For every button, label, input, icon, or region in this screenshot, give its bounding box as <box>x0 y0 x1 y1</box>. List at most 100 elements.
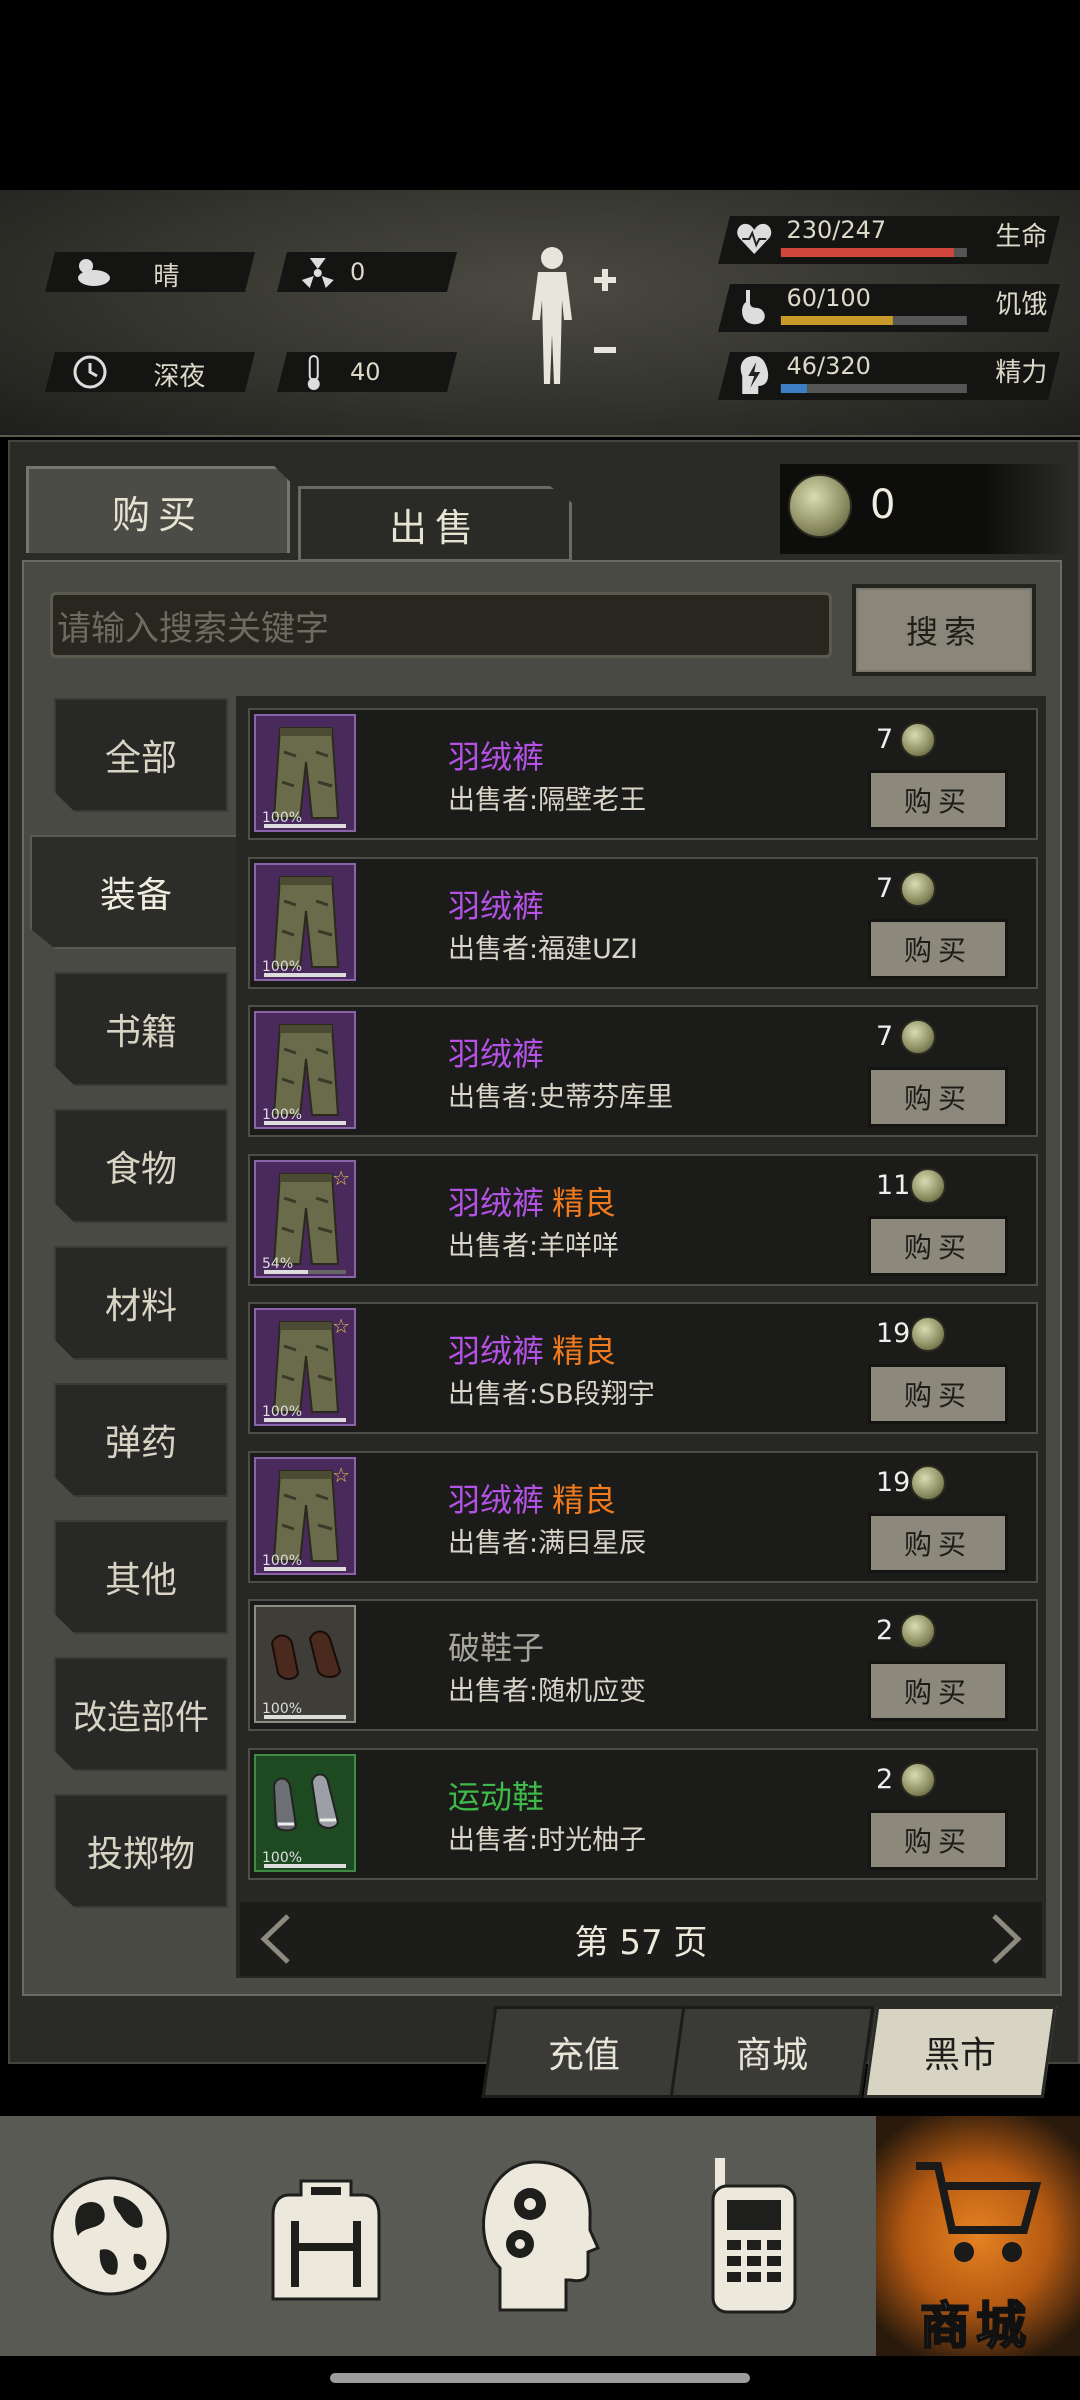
durability-bar <box>264 1269 346 1274</box>
coin-icon <box>900 722 936 758</box>
store-tab-mall[interactable]: 商城 <box>669 2006 875 2098</box>
energy-icon <box>740 356 769 394</box>
item-name: 羽绒裤 <box>448 732 544 778</box>
backpack-icon <box>271 2179 381 2301</box>
buy-button-label: 购买 <box>903 933 972 967</box>
buy-button[interactable]: 购买 <box>868 1364 1008 1424</box>
list-item: ☆ 100% 羽绒裤 精良 出售者:SB段翔宇 19 购买 <box>248 1302 1038 1434</box>
energy-bar-fill <box>780 384 807 393</box>
category-label: 材料 <box>104 1286 177 1327</box>
nav-world[interactable] <box>20 2116 200 2356</box>
buy-button-label: 购买 <box>903 1527 972 1561</box>
buy-button[interactable]: 购买 <box>868 770 1008 830</box>
buy-button[interactable]: 购买 <box>868 1661 1008 1721</box>
temperature-value: 40 <box>350 358 381 386</box>
walkie-talkie-icon <box>711 2158 797 2314</box>
item-thumbnail[interactable]: 100% <box>254 1011 356 1129</box>
buy-button-label: 购买 <box>903 785 972 818</box>
category-throwables[interactable]: 投掷物 <box>54 1794 228 1908</box>
item-thumbnail[interactable]: ☆ 100% <box>254 1308 356 1426</box>
list-item: 100% 破鞋子 出售者:随机应变 2 购买 <box>248 1599 1038 1731</box>
buy-button[interactable]: 购买 <box>868 1512 1008 1573</box>
item-price: 11 <box>876 1169 911 1201</box>
list-item: 100% 羽绒裤 出售者:福建UZI 7 购买 <box>248 856 1038 989</box>
category-label: 食物 <box>104 1149 177 1190</box>
durability-bar-fill <box>264 1863 346 1868</box>
body-status-icon[interactable] <box>520 244 630 394</box>
radiation-pill: 0 <box>277 252 457 292</box>
buy-button[interactable]: 购买 <box>868 1215 1008 1276</box>
buy-button[interactable]: 购买 <box>868 1809 1008 1870</box>
item-name-text: 羽绒裤 <box>448 1183 545 1222</box>
item-seller: 出售者:时光柚子 <box>448 1824 647 1856</box>
buy-button[interactable]: 购买 <box>868 918 1008 979</box>
coin-icon <box>910 1167 946 1204</box>
coin-icon <box>900 1613 936 1649</box>
item-thumbnail[interactable]: ☆ 100% <box>254 1456 356 1575</box>
balance-display: 0 <box>780 464 1070 554</box>
category-label: 其他 <box>104 1560 177 1601</box>
item-price: 7 <box>876 1021 894 1052</box>
search-input[interactable]: 请输入搜索关键字 <box>50 592 832 658</box>
store-tab-recharge[interactable]: 充值 <box>481 2006 687 2098</box>
item-price: 7 <box>876 872 894 904</box>
nav-skills[interactable] <box>450 2116 630 2356</box>
nav-backpack[interactable] <box>236 2116 416 2356</box>
tab-buy[interactable]: 购买 <box>26 466 290 553</box>
list-item: ☆ 54% 羽绒裤 精良 出售者:羊咩咩 11 购买 <box>248 1153 1038 1286</box>
category-ammo[interactable]: 弹药 <box>54 1383 228 1497</box>
store-tab-black-market[interactable]: 黑市 <box>863 2006 1057 2098</box>
next-page-icon[interactable] <box>988 1912 1024 1966</box>
item-name: 破鞋子 <box>448 1623 544 1669</box>
hunger-value: 60/100 <box>786 284 871 312</box>
item-seller: 出售者:满目星辰 <box>448 1527 647 1559</box>
nav-shop-label: 商城 <box>919 2296 1032 2356</box>
item-name-text: 羽绒裤 <box>448 738 545 776</box>
item-thumbnail[interactable]: ☆ 54% <box>254 1159 356 1278</box>
item-thumbnail[interactable]: 100% <box>254 1605 356 1723</box>
prev-page-icon[interactable] <box>258 1912 294 1966</box>
time-value: 深夜 <box>153 362 206 392</box>
time-pill: 深夜 <box>45 352 255 392</box>
category-label: 全部 <box>104 738 177 779</box>
health-value: 230/247 <box>786 216 887 244</box>
item-name-text: 羽绒裤 <box>448 886 545 925</box>
tab-sell[interactable]: 出售 <box>298 486 572 562</box>
durability-bar <box>264 1121 346 1125</box>
stomach-icon <box>742 290 765 325</box>
buy-button[interactable]: 购买 <box>868 1067 1008 1127</box>
energy-bar: 46/320 精力 <box>718 352 1060 400</box>
item-quality: 精良 <box>552 1183 617 1222</box>
item-seller: 出售者:随机应变 <box>448 1676 647 1707</box>
category-mod-parts[interactable]: 改造部件 <box>54 1657 228 1771</box>
category-food[interactable]: 食物 <box>54 1109 228 1223</box>
item-thumbnail[interactable]: 100% <box>254 1753 356 1872</box>
item-thumbnail[interactable]: 100% <box>254 714 356 832</box>
durability-bar <box>264 1863 346 1868</box>
category-all[interactable]: 全部 <box>54 698 228 812</box>
category-materials[interactable]: 材料 <box>54 1246 228 1360</box>
search-button[interactable]: 搜索 <box>852 584 1036 676</box>
category-equipment[interactable]: 装备 <box>30 835 242 949</box>
category-other[interactable]: 其他 <box>54 1520 228 1634</box>
buy-button-label: 购买 <box>903 1676 972 1709</box>
item-thumbnail[interactable]: 100% <box>254 862 356 981</box>
coin-icon <box>910 1316 946 1352</box>
head-gears-icon <box>482 2160 600 2312</box>
hunger-bar-track <box>780 316 967 325</box>
shoes-icon <box>266 1613 346 1697</box>
home-indicator[interactable] <box>330 2373 750 2383</box>
radiation-icon <box>301 258 334 288</box>
nav-shop[interactable]: 商城 <box>876 2116 1080 2356</box>
thermometer-icon <box>307 355 320 390</box>
health-bar-track <box>780 248 967 257</box>
status-header: 晴 0 深夜 40 230/247 生命 60/100 饥饿 46/320 精力 <box>0 190 1080 437</box>
list-item: 100% 羽绒裤 出售者:史蒂芬库里 7 购买 <box>248 1005 1038 1137</box>
item-name: 羽绒裤 精良 <box>448 1326 616 1372</box>
category-books[interactable]: 书籍 <box>54 972 228 1086</box>
durability-bar-fill <box>264 1269 309 1274</box>
cloud-sun-icon <box>78 259 110 286</box>
item-name: 羽绒裤 精良 <box>448 1475 616 1521</box>
nav-radio[interactable] <box>664 2116 844 2356</box>
quality-star-icon: ☆ <box>332 1165 350 1190</box>
